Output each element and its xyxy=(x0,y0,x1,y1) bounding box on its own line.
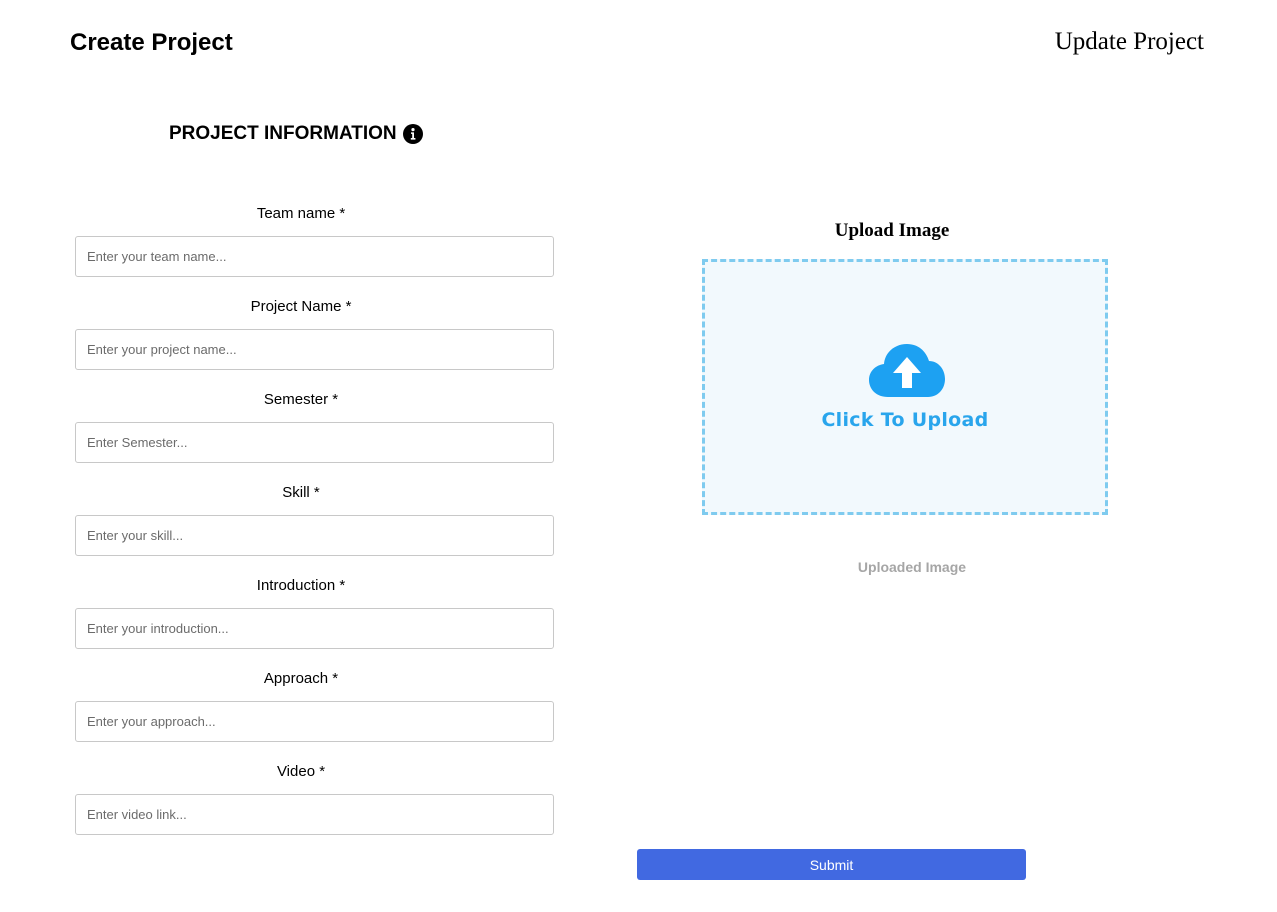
cloud-upload-icon xyxy=(868,343,946,399)
section-heading: PROJECT INFORMATION xyxy=(169,121,423,147)
team-name-label: Team name * xyxy=(256,205,346,222)
upload-dropzone[interactable]: Click To Upload xyxy=(702,259,1108,515)
field-team-name: Team name * xyxy=(75,200,554,293)
semester-label: Semester * xyxy=(263,391,339,408)
team-name-input[interactable] xyxy=(75,236,554,277)
click-to-upload-text: Click To Upload xyxy=(821,409,989,431)
field-semester: Semester * xyxy=(75,386,554,479)
skill-input[interactable] xyxy=(75,515,554,556)
upload-image-title: Upload Image xyxy=(834,220,950,241)
create-project-title: Create Project xyxy=(70,29,233,56)
project-name-label: Project Name * xyxy=(250,298,352,315)
info-circle-icon[interactable] xyxy=(402,124,423,144)
field-introduction: Introduction * xyxy=(75,572,554,665)
introduction-label: Introduction * xyxy=(256,577,346,594)
submit-button[interactable]: Submit xyxy=(637,849,1026,880)
semester-input[interactable] xyxy=(75,422,554,463)
approach-label: Approach * xyxy=(263,670,339,687)
video-input[interactable] xyxy=(75,794,554,835)
field-approach: Approach * xyxy=(75,665,554,758)
field-skill: Skill * xyxy=(75,479,554,572)
project-form: Team name * Project Name * Semester * Sk… xyxy=(75,200,554,851)
skill-label: Skill * xyxy=(282,484,320,501)
section-title: PROJECT INFORMATION xyxy=(169,123,397,144)
uploaded-image-label: Uploaded Image xyxy=(857,559,967,575)
field-project-name: Project Name * xyxy=(75,293,554,386)
approach-input[interactable] xyxy=(75,701,554,742)
field-video: Video * xyxy=(75,758,554,851)
project-name-input[interactable] xyxy=(75,329,554,370)
video-label: Video * xyxy=(276,763,326,780)
update-project-link[interactable]: Update Project xyxy=(1055,27,1204,57)
introduction-input[interactable] xyxy=(75,608,554,649)
